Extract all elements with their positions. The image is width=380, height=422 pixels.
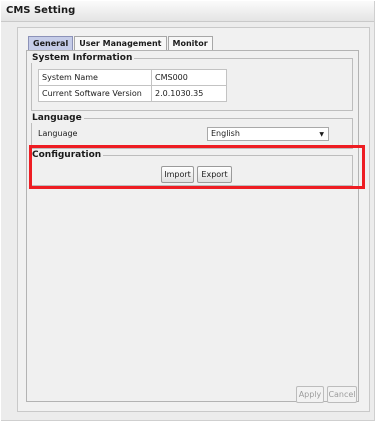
title-bar: CMS Setting xyxy=(1,1,374,22)
tab-user-management[interactable]: User Management xyxy=(74,36,167,50)
table-row: Current Software Version 2.0.1030.35 xyxy=(38,85,227,102)
software-version-label: Current Software Version xyxy=(38,85,152,102)
system-information-group: System Information System Name CMS000 Cu… xyxy=(31,53,353,111)
apply-button[interactable]: Apply xyxy=(296,386,324,403)
settings-panel: General User Management Monitor System I… xyxy=(17,27,370,412)
table-row: System Name CMS000 xyxy=(38,69,227,86)
cms-setting-window: CMS Setting General User Management Moni… xyxy=(1,1,375,421)
language-label: Language xyxy=(38,129,78,138)
system-information-table: System Name CMS000 Current Software Vers… xyxy=(38,69,227,102)
configuration-highlight-box xyxy=(29,145,365,189)
software-version-value: 2.0.1030.35 xyxy=(151,85,227,102)
tab-bar: General User Management Monitor xyxy=(28,36,214,50)
language-group: Language Language English ▼ xyxy=(31,113,353,149)
window-title: CMS Setting xyxy=(6,5,76,16)
general-tab-content: System Information System Name CMS000 Cu… xyxy=(26,50,359,403)
cancel-button[interactable]: Cancel xyxy=(327,386,357,403)
system-name-value: CMS000 xyxy=(151,69,227,86)
tab-monitor[interactable]: Monitor xyxy=(167,36,213,50)
dropdown-arrow-icon: ▼ xyxy=(319,131,324,138)
language-select[interactable]: English ▼ xyxy=(207,127,329,141)
system-name-label: System Name xyxy=(38,69,152,86)
language-selected-value: English xyxy=(211,129,240,138)
tab-general[interactable]: General xyxy=(28,36,74,50)
system-information-legend: System Information xyxy=(32,53,133,63)
language-legend: Language xyxy=(32,113,82,123)
